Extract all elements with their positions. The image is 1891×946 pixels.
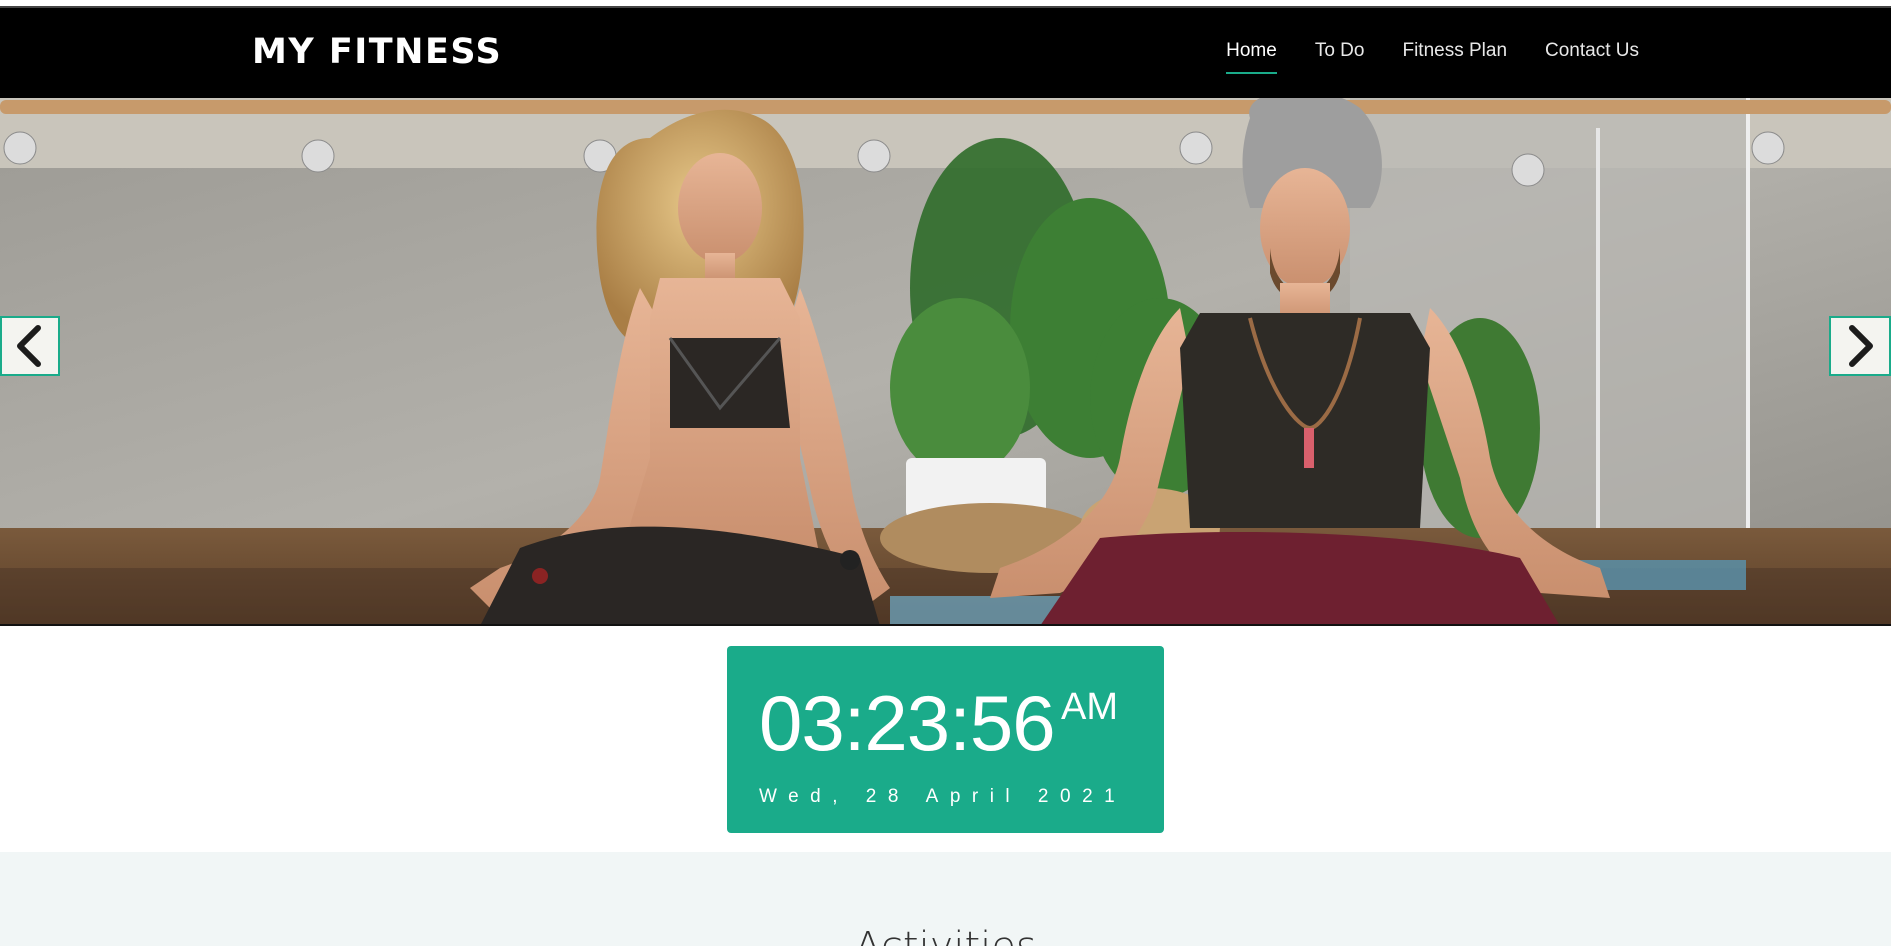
nav-contact-us[interactable]: Contact Us: [1545, 40, 1639, 74]
digital-clock: 03:23:56 AM Wed, 28 April 2021: [727, 646, 1164, 833]
navbar: MY FITNESS Home To Do Fitness Plan Conta…: [0, 6, 1891, 98]
activities-title: Activities: [0, 924, 1891, 946]
nav-home[interactable]: Home: [1226, 40, 1277, 74]
activities-section: Activities: [0, 852, 1891, 946]
carousel-prev-button[interactable]: [0, 316, 60, 376]
chevron-left-icon: [17, 325, 41, 367]
nav-to-do[interactable]: To Do: [1315, 40, 1365, 74]
clock-time: 03:23:56: [759, 679, 1056, 767]
clock-date: Wed, 28 April 2021: [759, 786, 1127, 807]
carousel-next-button[interactable]: [1829, 316, 1891, 376]
hero-image: [0, 98, 1891, 624]
hero-carousel: [0, 98, 1891, 626]
nav-fitness-plan[interactable]: Fitness Plan: [1402, 40, 1507, 74]
nav-menu: Home To Do Fitness Plan Contact Us: [1226, 40, 1639, 74]
clock-ampm: AM: [1061, 686, 1118, 728]
chevron-right-icon: [1849, 325, 1873, 367]
brand-logo[interactable]: MY FITNESS: [252, 32, 502, 72]
